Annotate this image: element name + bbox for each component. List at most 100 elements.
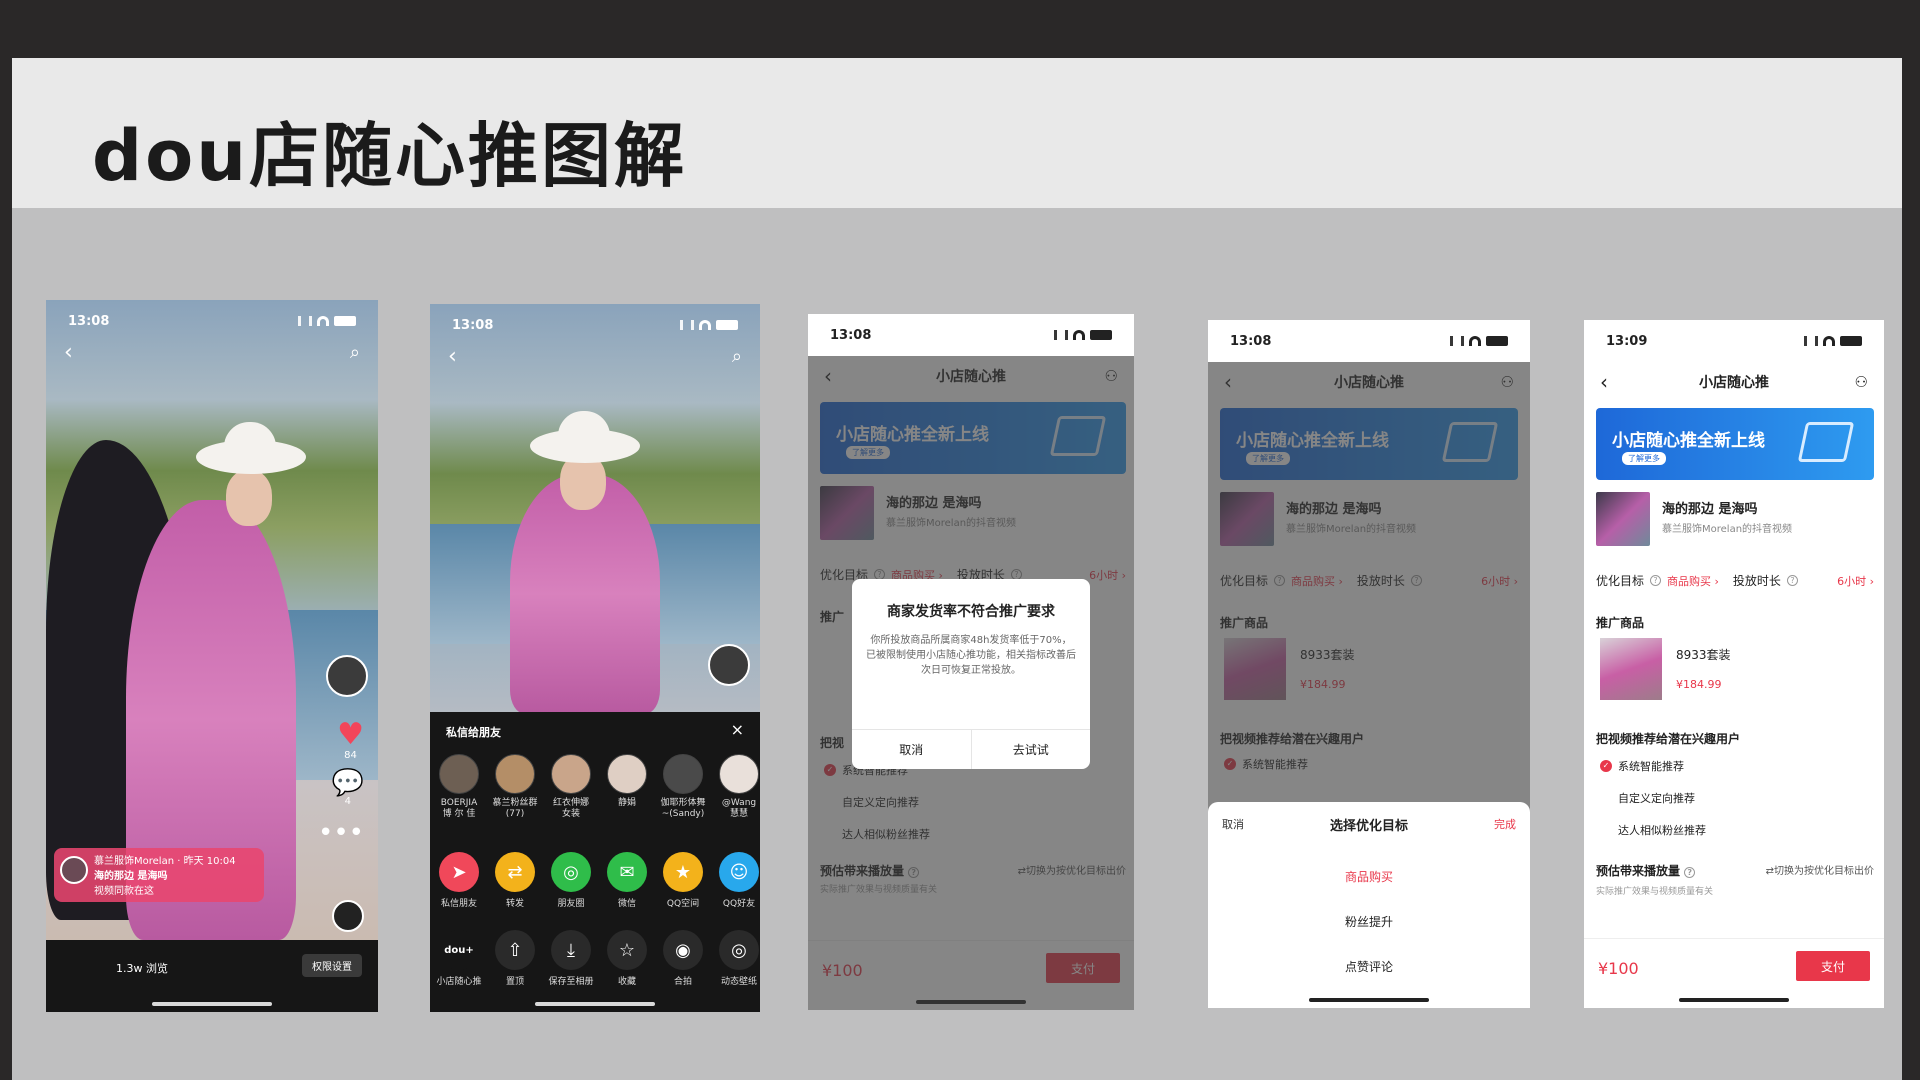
home-indicator (1309, 998, 1429, 1002)
slide-header: dou店随心推图解 (12, 58, 1902, 208)
pin-button[interactable]: ⇧ 置顶 (492, 930, 538, 987)
help-icon[interactable]: ? (1650, 575, 1662, 586)
signal-icon (1804, 336, 1818, 346)
dialog-cancel-button[interactable]: 取消 (852, 730, 971, 769)
share-wechat-button[interactable]: ✉ 微信 (604, 852, 650, 909)
live-wallpaper-button[interactable]: ◎ 动态壁纸 (716, 930, 760, 987)
save-to-album-button[interactable]: ⤓ 保存至相册 (548, 930, 594, 987)
banner-learn-more-button[interactable]: 了解更多 (1622, 452, 1666, 465)
help-icon[interactable]: ? (1786, 575, 1798, 586)
dou-plus-button[interactable]: dou+ 小店随心推 (436, 930, 482, 987)
app-label: 微信 (617, 899, 636, 909)
status-time: 13:08 (452, 317, 494, 333)
promo-title: 海的那边 是海吗 (94, 871, 168, 882)
status-icons (1450, 336, 1508, 346)
opt-value[interactable]: 商品购买 › (1667, 573, 1719, 589)
favorite-button[interactable]: ☆ 收藏 (604, 930, 650, 987)
back-icon[interactable]: ‹ (448, 344, 457, 369)
goal-option-purchase[interactable]: 商品购买 (1208, 868, 1530, 885)
estimate-row: 预估带来播放量 ? ⇄切换为按优化目标出价 (1596, 862, 1874, 879)
radio-custom-targeting[interactable]: 自定义定向推荐 (1618, 790, 1695, 806)
dialog-title: 商家发货率不符合推广要求 (887, 604, 1055, 620)
friend-item[interactable]: 伽耶形体舞~(Sandy) (660, 754, 706, 820)
user-icon[interactable]: ⚇ (1855, 373, 1868, 391)
sheet-header: 取消 选择优化目标 完成 (1208, 802, 1530, 846)
more-button[interactable]: ••• (318, 820, 364, 846)
tool-label: 合拍 (673, 977, 692, 987)
back-icon[interactable]: ‹ (1600, 370, 1608, 394)
goods-name: 8933套装 (1676, 648, 1731, 662)
friend-item[interactable]: @Wang 慧慧 (716, 754, 760, 820)
back-icon[interactable]: ‹ (64, 340, 73, 365)
push-section-title: 把视频推荐给潜在兴趣用户 (1596, 732, 1741, 746)
download-icon: ⤓ (551, 930, 591, 970)
share-qzone-button[interactable]: ★ QQ空间 (660, 852, 706, 909)
video-subtitle: 慕兰服饰Morelan的抖音视频 (1662, 524, 1793, 535)
author-avatar-button[interactable] (708, 644, 750, 686)
permission-settings-button[interactable]: 权限设置 (302, 954, 362, 977)
status-time: 13:09 (1606, 333, 1648, 349)
dialog-try-button[interactable]: 去试试 (970, 730, 1091, 769)
share-tool-row: dou+ 小店随心推 ⇧ 置顶 ⤓ 保存至相册 ☆ 收藏 ◉ 合拍 ◎ 动态壁纸 (436, 930, 760, 987)
music-disc-button[interactable] (332, 900, 364, 932)
star-icon: ☆ (607, 930, 647, 970)
wifi-icon (317, 316, 329, 326)
promo-avatar (60, 856, 88, 884)
tool-label: 收藏 (617, 977, 636, 987)
banner-title: 小店随心推全新上线 (1612, 431, 1765, 451)
status-time: 13:08 (830, 327, 872, 343)
close-icon[interactable]: × (731, 720, 744, 739)
search-icon[interactable]: ⌕ (350, 342, 360, 363)
duet-icon: ◉ (663, 930, 703, 970)
friend-item[interactable]: 静娟 (604, 754, 650, 820)
face-image (226, 470, 272, 526)
promo-banner[interactable]: 小店随心推全新上线 了解更多 (1596, 408, 1874, 480)
comment-button[interactable]: 💬 4 (332, 770, 364, 807)
share-forward-button[interactable]: ⇄ 转发 (492, 852, 538, 909)
status-icons (1804, 336, 1862, 346)
radio-label: 达人相似粉丝推荐 (1618, 824, 1706, 837)
promo-link[interactable]: 视频同款在这 (94, 884, 256, 899)
dialog-buttons: 取消 去试试 (852, 729, 1090, 769)
friend-item[interactable]: BOERJIA 博 尔 佳 (436, 754, 482, 820)
radio-similar-fans[interactable]: 达人相似粉丝推荐 (1618, 822, 1706, 838)
estimate-note: 实际推广效果与视频质量有关 (1596, 887, 1714, 897)
app-label: 转发 (505, 899, 524, 909)
pay-button[interactable]: 支付 (1796, 951, 1870, 981)
radio-label: 自定义定向推荐 (1618, 792, 1695, 805)
phone-dialog-screen: 13:08 ‹ 小店随心推 ⚇ 小店随心推全新上线 了解更多 海的那边 是海吗 … (808, 314, 1134, 1010)
status-icons (1054, 330, 1112, 340)
author-avatar-button[interactable] (326, 655, 368, 697)
sheet-done-button[interactable]: 完成 (1494, 816, 1516, 832)
presentation-slide: dou店随心推图解 13:08 ‹ ⌕ ♥ 84 💬 4 ••• 慕兰服饰Mor… (12, 58, 1902, 1080)
wifi-icon (1073, 330, 1085, 340)
search-icon[interactable]: ⌕ (732, 346, 742, 367)
home-indicator (535, 1002, 655, 1006)
friend-item[interactable]: 红衣伸娜 女装 (548, 754, 594, 820)
like-button[interactable]: ♥ 84 (337, 717, 364, 762)
heart-icon: ♥ (337, 717, 364, 752)
status-bar: 13:08 (1208, 320, 1530, 362)
battery-icon (1090, 330, 1112, 340)
sheet-cancel-button[interactable]: 取消 (1222, 816, 1244, 832)
goal-option-engagement[interactable]: 点赞评论 (1208, 958, 1530, 975)
woman-image (510, 474, 660, 714)
duration-value[interactable]: 6小时 › (1837, 573, 1874, 589)
goods-item[interactable]: 8933套装 ¥184.99 (1596, 638, 1874, 706)
share-moments-button[interactable]: ◎ 朋友圈 (548, 852, 594, 909)
battery-icon (1840, 336, 1862, 346)
status-bar: 13:08 (46, 300, 378, 342)
help-icon[interactable]: ? (1684, 867, 1696, 878)
avatar (326, 655, 368, 697)
friend-item[interactable]: 慕兰粉丝群 (77) (492, 754, 538, 820)
qq-icon: ☺ (719, 852, 759, 892)
switch-bid-link[interactable]: ⇄切换为按优化目标出价 (1766, 862, 1874, 877)
goal-option-fans[interactable]: 粉丝提升 (1208, 913, 1530, 930)
radio-system-recommend[interactable]: ✓ 系统智能推荐 (1600, 758, 1684, 774)
share-qq-button[interactable]: ☺ QQ好友 (716, 852, 760, 909)
status-icons (680, 320, 738, 330)
duet-button[interactable]: ◉ 合拍 (660, 930, 706, 987)
share-private-message-button[interactable]: ➤ 私信朋友 (436, 852, 482, 909)
tool-label: 保存至相册 (548, 977, 594, 987)
product-promo-card[interactable]: 慕兰服饰Morelan · 昨天 10:04 海的那边 是海吗 视频同款在这 (54, 848, 264, 902)
